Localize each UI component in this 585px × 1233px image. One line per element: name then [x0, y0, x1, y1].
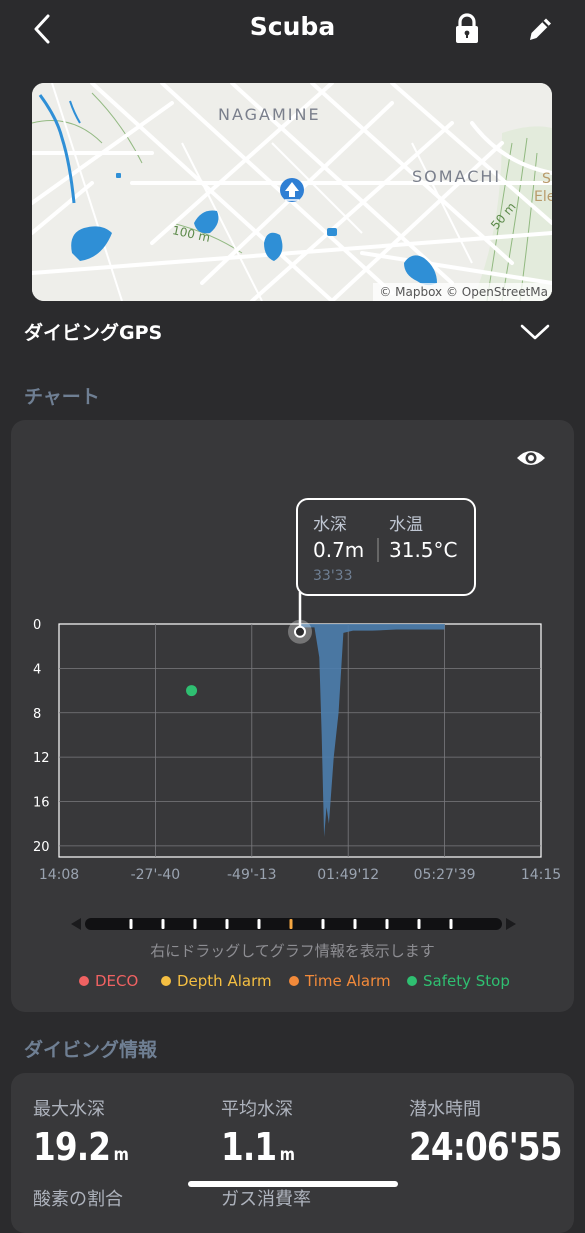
legend-depth-alarm-swatch [161, 976, 171, 986]
scrubber-track [85, 918, 502, 930]
chevron-down-icon[interactable] [518, 316, 552, 346]
dive-time-value: 24:06'55 [409, 1125, 562, 1169]
tooltip-divider [377, 538, 379, 562]
y-tick-label: 4 [33, 662, 41, 677]
depth-area [300, 624, 445, 838]
cursor-point [294, 625, 306, 638]
legend-safety-stop-swatch [407, 976, 417, 986]
x-tick-label: -27'-40 [131, 867, 181, 883]
scrubber-tick [449, 919, 453, 929]
y-tick-label: 16 [33, 796, 50, 811]
edit-button[interactable] [524, 12, 556, 46]
max-depth-number: 19.2 [33, 1125, 111, 1169]
chart-legend: DECO Depth Alarm Time Alarm Safety Stop [11, 972, 574, 996]
drag-hint: 右にドラッグしてグラフ情報を表示します [150, 942, 435, 960]
map-label-somachi: SOMACHI [412, 167, 502, 186]
chart-card: 0 4 8 12 16 20 14:08 -27'-40 -49'-13 01:49'12 05:… [11, 420, 574, 1012]
x-tick-label: -49'-13 [227, 867, 277, 883]
dive-info-card: 最大水深 平均水深 潜水時間 19.2 m 1.1 m 24:06'55 酸素の割合… [11, 1073, 574, 1233]
dive-map[interactable]: NAGAMINE SOMACHI S Ele 100 m 50 m © Mapb… [32, 83, 552, 301]
temperature-value: 31.5°C [389, 538, 458, 562]
max-depth-unit: m [113, 1145, 129, 1165]
legend-deco-swatch [79, 976, 89, 986]
pencil-icon [530, 18, 551, 40]
scrubber-tick [353, 919, 357, 929]
avg-depth-unit: m [279, 1145, 296, 1165]
tooltip-time: 33'33 [313, 568, 353, 584]
avg-depth-number: 1.1 [221, 1125, 277, 1169]
scrubber-tick [417, 919, 421, 929]
scrubber-tick [321, 919, 325, 929]
legend-time-alarm: Time Alarm [289, 972, 391, 990]
oxygen-ratio-label: 酸素の割合 [33, 1189, 123, 1210]
timeline-scrubber[interactable] [71, 914, 516, 934]
legend-depth-alarm-label: Depth Alarm [177, 972, 272, 990]
x-tick-label: 14:08 [39, 867, 79, 883]
scrubber-tick [193, 919, 197, 929]
x-tick-label: 01:49'12 [317, 867, 379, 883]
lock-icon [456, 13, 478, 43]
legend-safety-stop-label: Safety Stop [423, 972, 510, 990]
home-indicator [188, 1181, 398, 1187]
max-depth-value: 19.2 m [33, 1125, 129, 1169]
y-tick-label: 8 [33, 707, 41, 722]
map-label-s: S [542, 171, 551, 187]
dive-info-section-title: ダイビング情報 [24, 1039, 158, 1061]
depth-value: 0.7m [313, 538, 365, 562]
map-label-ele: Ele [534, 189, 552, 205]
header: Scuba [0, 0, 585, 60]
dive-gps-label: ダイビングGPS [24, 322, 163, 344]
legend-time-alarm-label: Time Alarm [305, 972, 391, 990]
scrubber-tick [257, 919, 261, 929]
x-tick-label: 14:15 [521, 867, 561, 883]
scrubber-tick [161, 919, 165, 929]
scrubber-left-arrow-icon [71, 918, 81, 930]
gas-consumption-label: ガス消費率 [221, 1189, 311, 1210]
avg-depth-value: 1.1 m [221, 1125, 295, 1169]
map-label-nagamine: NAGAMINE [218, 105, 321, 124]
legend-deco-label: DECO [95, 972, 139, 990]
y-tick-label: 20 [33, 840, 50, 855]
avg-depth-label: 平均水深 [221, 1099, 293, 1120]
dive-gps-row[interactable]: ダイビングGPS [24, 314, 564, 350]
scrubber-tick [385, 919, 389, 929]
chart-tooltip: 水深 水温 0.7m 31.5°C 33'33 [296, 498, 476, 596]
y-tick-label: 12 [33, 751, 50, 766]
legend-safety-stop: Safety Stop [407, 972, 510, 990]
legend-deco: DECO [79, 972, 138, 990]
dive-time-label: 潜水時間 [409, 1099, 481, 1120]
y-tick-label: 0 [33, 618, 41, 633]
scrubber-right-arrow-icon [506, 918, 516, 930]
scrubber-tick [225, 919, 229, 929]
legend-time-alarm-swatch [289, 976, 299, 986]
depth-label: 水深 [313, 515, 347, 535]
plot-frame [58, 623, 542, 858]
legend-depth-alarm: Depth Alarm [161, 972, 272, 990]
max-depth-label: 最大水深 [33, 1099, 105, 1120]
x-tick-label: 05:27'39 [414, 867, 476, 883]
scrubber-tick [129, 919, 133, 929]
page-title: Scuba [249, 12, 336, 41]
scrubber-tick [289, 919, 293, 929]
temperature-label: 水温 [389, 515, 423, 535]
map-attribution[interactable]: © Mapbox © OpenStreetMa [373, 283, 552, 301]
chart-section-title: チャート [24, 386, 100, 408]
safety-stop-marker [186, 685, 198, 697]
lock-button[interactable] [452, 12, 482, 46]
depth-chart[interactable]: 0 4 8 12 16 20 14:08 -27'-40 -49'-13 01:49'12 05:… [11, 420, 574, 890]
